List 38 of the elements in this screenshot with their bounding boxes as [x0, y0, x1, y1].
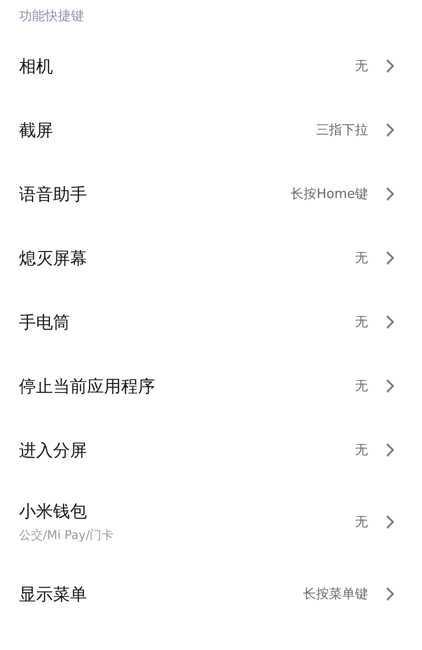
chevron-right-icon — [386, 587, 395, 601]
row-label: 截屏 — [19, 120, 54, 142]
chevron-right-icon — [386, 187, 395, 201]
chevron-right-icon — [386, 515, 395, 529]
row-value: 无 — [355, 378, 368, 395]
settings-row[interactable]: 显示菜单 长按菜单键 — [0, 562, 422, 626]
row-value: 长按菜单键 — [303, 586, 368, 603]
row-label: 小米钱包 — [19, 501, 88, 523]
row-subtitle: 公交/Mi Pay/门卡 — [19, 527, 115, 544]
chevron-right-icon — [386, 315, 395, 329]
settings-row[interactable]: 进入分屏 无 — [0, 418, 422, 482]
chevron-right-icon — [386, 123, 395, 137]
row-label: 手电筒 — [19, 312, 71, 334]
settings-row[interactable]: 熄灭屏幕 无 — [0, 226, 422, 290]
settings-row[interactable]: 语音助手 长按Home键 — [0, 162, 422, 226]
chevron-right-icon — [386, 443, 395, 457]
settings-row[interactable]: 手电筒 无 — [0, 290, 422, 354]
settings-row[interactable]: 相机 无 — [0, 34, 422, 98]
row-label: 进入分屏 — [19, 440, 88, 462]
chevron-right-icon — [386, 379, 395, 393]
chevron-right-icon — [386, 59, 395, 73]
settings-row[interactable]: 停止当前应用程序 无 — [0, 354, 422, 418]
row-label: 显示菜单 — [19, 584, 88, 606]
row-value: 长按Home键 — [290, 186, 368, 203]
row-value: 无 — [355, 514, 368, 531]
row-label: 相机 — [19, 56, 54, 78]
settings-row[interactable]: 截屏 三指下拉 — [0, 98, 422, 162]
section-title: 功能快捷键 — [18, 8, 85, 26]
row-label: 停止当前应用程序 — [19, 376, 156, 398]
row-value: 无 — [355, 250, 368, 267]
row-label: 熄灭屏幕 — [19, 248, 88, 270]
row-value: 无 — [355, 442, 368, 459]
chevron-right-icon — [386, 251, 395, 265]
row-value: 无 — [355, 314, 368, 331]
settings-row[interactable]: 小米钱包 公交/Mi Pay/门卡 无 — [0, 482, 422, 562]
row-label: 语音助手 — [19, 184, 88, 206]
row-value: 无 — [355, 58, 368, 75]
row-value: 三指下拉 — [316, 122, 368, 139]
